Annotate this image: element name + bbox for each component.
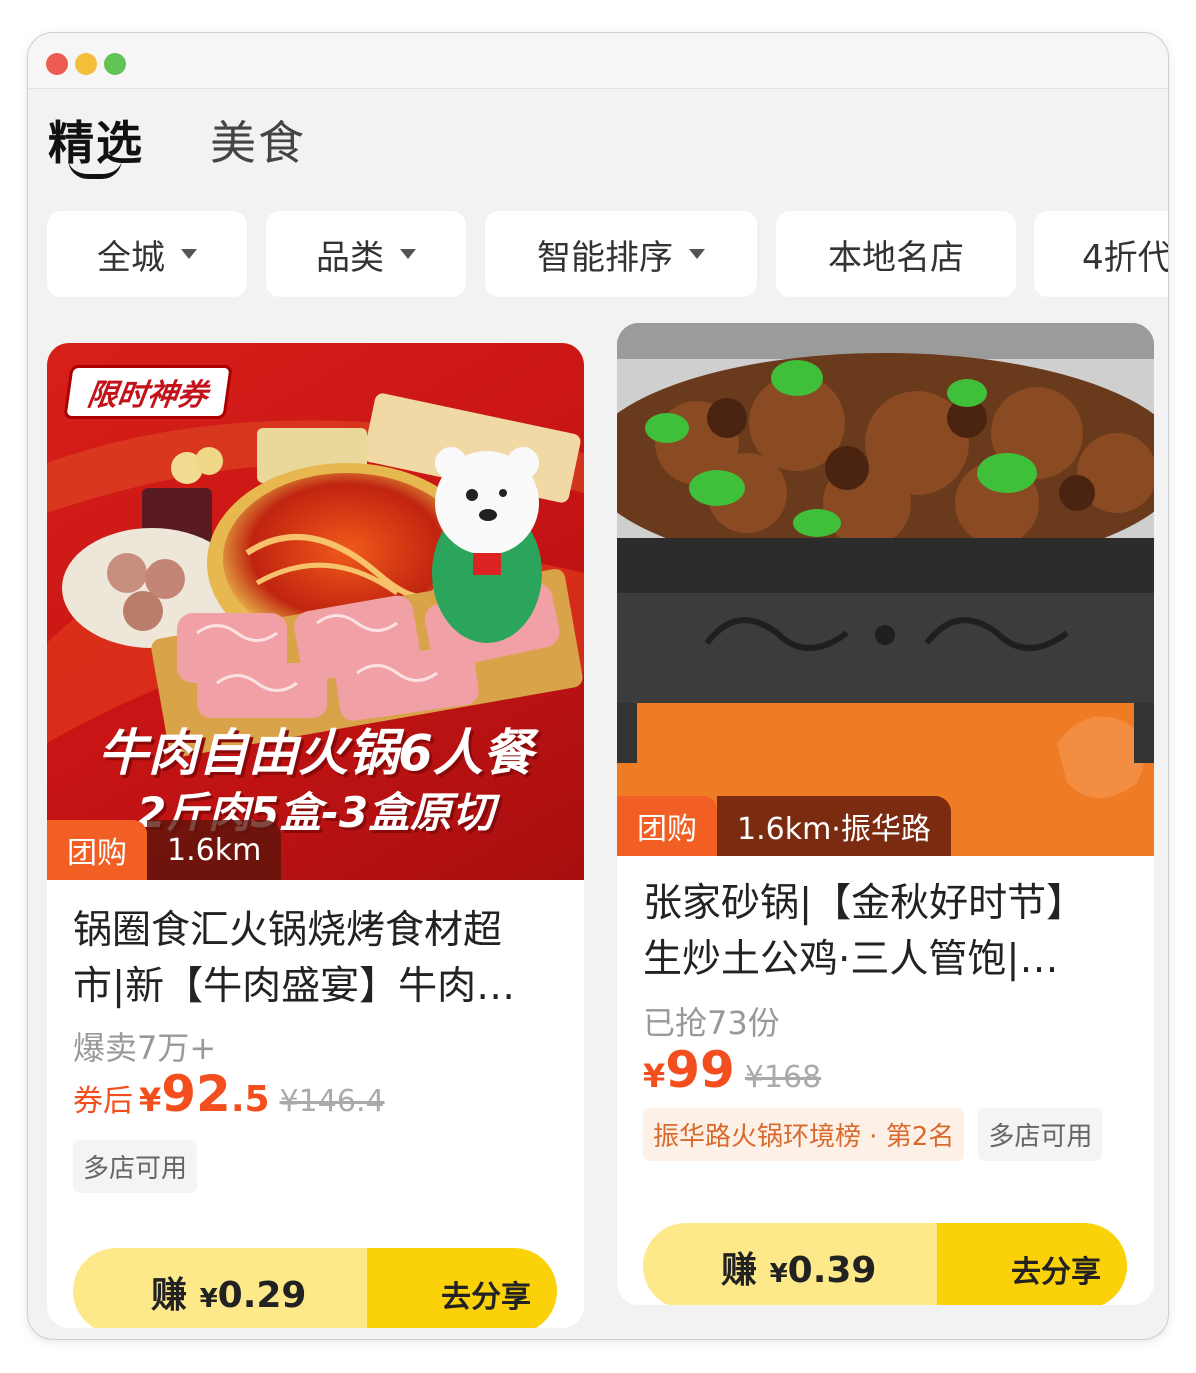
after-coupon-label: 券后 xyxy=(73,1084,133,1119)
sold-count: 爆卖7万+ xyxy=(73,1029,217,1067)
image-headline: 牛肉自由火锅6人餐 xyxy=(98,724,533,782)
multi-store-tag: 多店可用 xyxy=(73,1140,198,1193)
earn-amount: 赚 ¥0.29 xyxy=(151,1266,306,1318)
minimize-window-button[interactable] xyxy=(75,53,97,75)
filter-discount[interactable]: 4折代 xyxy=(1034,211,1169,297)
badge-row: 团购 1.6km·振华路 xyxy=(617,796,951,856)
maximize-window-button[interactable] xyxy=(104,53,126,75)
product-card[interactable]: 团购 1.6km·振华路 张家砂锅|【金秋好时节】生炒土公鸡·三人管饱|… 已抢… xyxy=(617,323,1154,1305)
filter-local-famous-label: 本地名店 xyxy=(828,237,964,278)
tag-list: 多店可用 xyxy=(73,1140,198,1193)
price-decimal: .5 xyxy=(230,1079,270,1120)
caret-down-icon xyxy=(400,249,416,259)
earn-prefix: 赚 xyxy=(151,1275,188,1316)
multi-store-tag: 多店可用 xyxy=(978,1108,1103,1161)
distance-badge: 1.6km xyxy=(147,820,282,880)
sold-count: 已抢73份 xyxy=(643,1004,780,1042)
filter-bar: 全城 品类 智能排序 本地名店 4折代 xyxy=(28,211,1168,301)
limited-coupon-text: 限时神券 xyxy=(85,378,210,413)
product-title[interactable]: 锅圈食汇火锅烧烤食材超市|新【牛肉盛宴】牛肉… xyxy=(73,903,553,1017)
product-image-hotpot[interactable]: 限时神券 牛肉自由火锅6人餐 2斤肉5盒-3盒原切 xyxy=(47,343,584,880)
price-row: ¥ 99 ¥168 xyxy=(643,1041,821,1099)
limited-coupon-banner: 限时神券 xyxy=(63,365,233,419)
earn-share-button[interactable]: 赚 ¥0.29 去分享 xyxy=(73,1248,557,1328)
filter-sort[interactable]: 智能排序 xyxy=(485,211,757,297)
earn-currency: ¥ xyxy=(769,1259,788,1289)
share-label[interactable]: 去分享 xyxy=(1011,1247,1101,1291)
caret-down-icon xyxy=(181,249,197,259)
currency-symbol: ¥ xyxy=(139,1081,162,1119)
app-window: 精选 美食 全城 品类 智能排序 本地名店 4折代 限时神券 牛肉自由火锅6人餐… xyxy=(27,32,1169,1340)
earn-amount: 赚 ¥0.39 xyxy=(721,1241,876,1293)
earn-currency: ¥ xyxy=(199,1284,218,1314)
tag-list: 振华路火锅环境榜 · 第2名 多店可用 xyxy=(643,1108,1103,1161)
close-window-button[interactable] xyxy=(46,53,68,75)
product-card[interactable]: 限时神券 牛肉自由火锅6人餐 2斤肉5盒-3盒原切 团购 1.6km 锅圈食汇火… xyxy=(47,343,584,1328)
original-price: ¥168 xyxy=(744,1060,822,1095)
filter-city[interactable]: 全城 xyxy=(47,211,247,297)
filter-local-famous[interactable]: 本地名店 xyxy=(776,211,1016,297)
distance-badge: 1.6km·振华路 xyxy=(717,796,951,856)
filter-category-label: 品类 xyxy=(316,237,384,278)
filter-category[interactable]: 品类 xyxy=(266,211,466,297)
tab-food[interactable]: 美食 xyxy=(210,107,306,173)
caret-down-icon xyxy=(689,249,705,259)
product-title[interactable]: 张家砂锅|【金秋好时节】生炒土公鸡·三人管饱|… xyxy=(643,876,1123,990)
earn-prefix: 赚 xyxy=(721,1250,758,1291)
group-buy-badge: 团购 xyxy=(617,796,717,856)
group-buy-badge: 团购 xyxy=(47,820,147,880)
price-integer: 92 xyxy=(161,1065,231,1123)
currency-symbol: ¥ xyxy=(643,1057,666,1095)
earn-share-button[interactable]: 赚 ¥0.39 去分享 xyxy=(643,1223,1127,1305)
ranking-tag[interactable]: 振华路火锅环境榜 · 第2名 xyxy=(643,1108,965,1161)
lightning-icon xyxy=(943,1223,985,1305)
active-tab-indicator xyxy=(68,159,122,179)
filter-discount-label: 4折代 xyxy=(1082,237,1169,278)
window-titlebar xyxy=(28,33,1168,89)
filter-city-label: 全城 xyxy=(97,237,165,278)
share-label[interactable]: 去分享 xyxy=(441,1272,531,1316)
price-integer: 99 xyxy=(665,1041,735,1099)
original-price: ¥146.4 xyxy=(279,1084,385,1119)
top-tabs: 精选 美食 xyxy=(28,93,1168,213)
earn-value: 0.29 xyxy=(217,1275,307,1316)
chicken-pot-illustration xyxy=(617,323,1154,856)
filter-sort-label: 智能排序 xyxy=(537,237,673,278)
badge-row: 团购 1.6km xyxy=(47,820,282,880)
lightning-icon xyxy=(373,1248,415,1328)
product-image-chicken[interactable] xyxy=(617,323,1154,856)
earn-value: 0.39 xyxy=(787,1250,877,1291)
price-row: 券后 ¥ 92 .5 ¥146.4 xyxy=(73,1065,385,1123)
